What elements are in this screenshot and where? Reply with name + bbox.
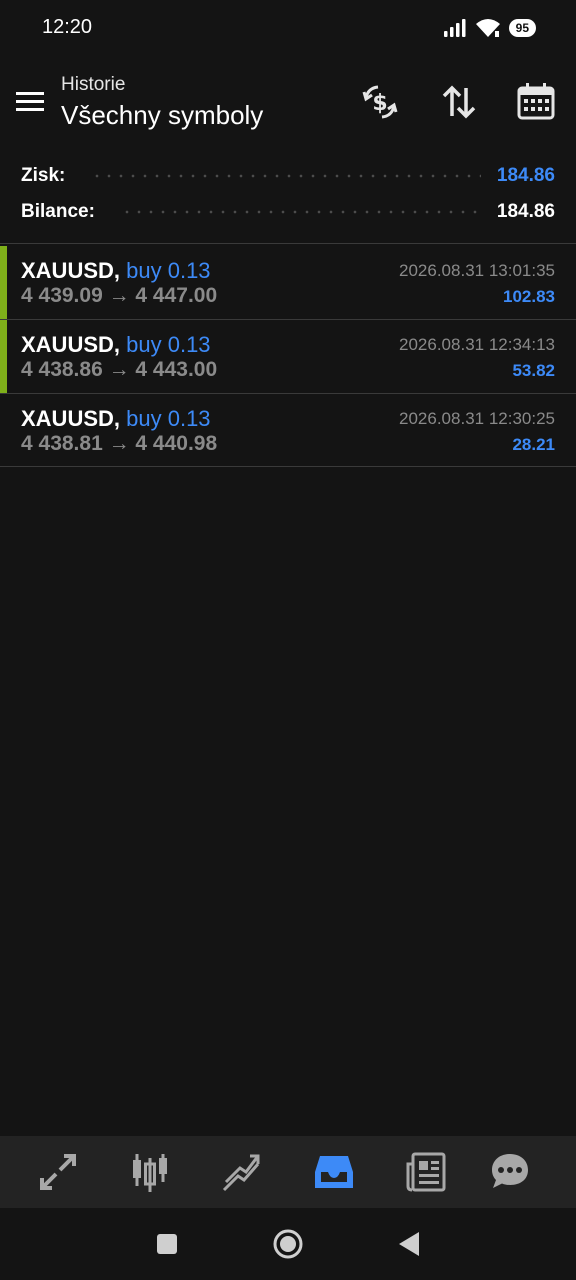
deal-profit: 28.21 [512, 435, 555, 454]
chat-icon[interactable] [488, 1150, 532, 1194]
deal-symbol: XAUUSD, [21, 406, 121, 431]
quotes-icon[interactable] [36, 1150, 80, 1194]
deal-prices: 4 439.09 → 4 447.00 [21, 284, 218, 307]
currency-exchange-icon[interactable]: $ [358, 80, 402, 124]
calendar-icon[interactable] [514, 80, 558, 124]
screen: 12:20 95 Historie Všechny symboly $ Zisk… [0, 0, 576, 1280]
deal-title: XAUUSD, buy 0.13 [21, 406, 211, 432]
deal-prices: 4 438.81 → 4 440.98 [21, 432, 218, 455]
status-time: 12:20 [42, 16, 93, 38]
system-nav-bar [0, 1208, 576, 1280]
bottom-tab-bar [0, 1136, 576, 1208]
deal-time: 2026.08.31 13:01:35 [399, 261, 555, 280]
signal-icon [443, 19, 466, 37]
deal-title: XAUUSD, buy 0.13 [21, 258, 211, 284]
home-icon[interactable] [270, 1226, 306, 1262]
deal-title: XAUUSD, buy 0.13 [21, 332, 211, 358]
divider [0, 466, 576, 467]
svg-text:$: $ [372, 91, 387, 116]
dotted-leader [91, 173, 481, 179]
sort-icon[interactable] [437, 80, 481, 124]
deal-type: buy 0.13 [126, 258, 211, 283]
back-icon[interactable] [391, 1226, 427, 1262]
profit-row: Zisk: 184.86 [21, 158, 555, 194]
buy-indicator-bar [0, 246, 7, 319]
deal-item[interactable]: XAUUSD, buy 0.13 4 439.09 → 4 447.00 202… [0, 246, 576, 319]
deal-profit: 53.82 [512, 361, 555, 380]
balance-label: Bilance: [21, 201, 95, 222]
recents-icon[interactable] [149, 1226, 185, 1262]
status-bar: 12:20 95 [0, 0, 576, 56]
menu-icon[interactable] [12, 84, 48, 120]
deal-item[interactable]: XAUUSD, buy 0.13 4 438.86 → 4 443.00 202… [0, 320, 576, 393]
deal-item[interactable]: XAUUSD, buy 0.13 4 438.81 → 4 440.98 202… [0, 394, 576, 467]
trade-icon[interactable] [220, 1150, 264, 1194]
deal-type: buy 0.13 [126, 332, 211, 357]
summary: Zisk: 184.86 Bilance: 184.86 [0, 156, 576, 242]
dotted-leader [120, 209, 481, 215]
deal-symbol: XAUUSD, [21, 332, 121, 357]
buy-indicator-bar [0, 320, 7, 393]
divider [0, 243, 576, 244]
app-header: Historie Všechny symboly $ [0, 64, 576, 140]
header-title[interactable]: Všechny symboly [61, 100, 263, 131]
history-icon[interactable] [312, 1150, 356, 1194]
header-subtitle: Historie [61, 74, 126, 95]
deal-time: 2026.08.31 12:34:13 [399, 335, 555, 354]
status-icons: 95 [443, 16, 536, 40]
deal-time: 2026.08.31 12:30:25 [399, 409, 555, 428]
profit-label: Zisk: [21, 165, 66, 186]
news-icon[interactable] [404, 1150, 448, 1194]
wifi-icon [475, 19, 500, 37]
balance-value: 184.86 [496, 201, 555, 222]
deal-symbol: XAUUSD, [21, 258, 121, 283]
deal-profit: 102.83 [503, 287, 555, 306]
deal-prices: 4 438.86 → 4 443.00 [21, 358, 218, 381]
deal-type: buy 0.13 [126, 406, 211, 431]
battery-icon: 95 [508, 19, 536, 37]
profit-value: 184.86 [496, 165, 555, 186]
balance-row: Bilance: 184.86 [21, 194, 555, 230]
chart-icon[interactable] [128, 1150, 172, 1194]
